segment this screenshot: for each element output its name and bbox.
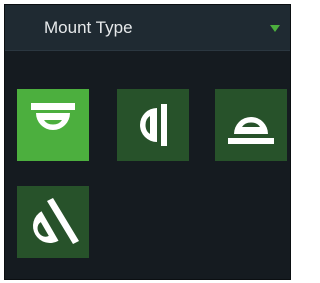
mount-type-title: Mount Type xyxy=(44,18,133,37)
mount-option-wall[interactable] xyxy=(117,89,189,161)
mount-type-panel: Mount Type xyxy=(4,4,291,280)
mount-option-ceiling[interactable] xyxy=(17,89,89,161)
mount-option-desk[interactable] xyxy=(215,89,287,161)
ceiling-mount-icon xyxy=(31,103,75,130)
wall-mount-icon xyxy=(140,104,167,146)
desk-mount-icon xyxy=(228,117,274,144)
triangle-down-icon[interactable] xyxy=(270,25,280,32)
mount-option-tilted[interactable] xyxy=(17,186,89,258)
tilted-wall-mount-icon xyxy=(33,198,79,244)
mount-type-header[interactable]: Mount Type xyxy=(5,5,290,51)
